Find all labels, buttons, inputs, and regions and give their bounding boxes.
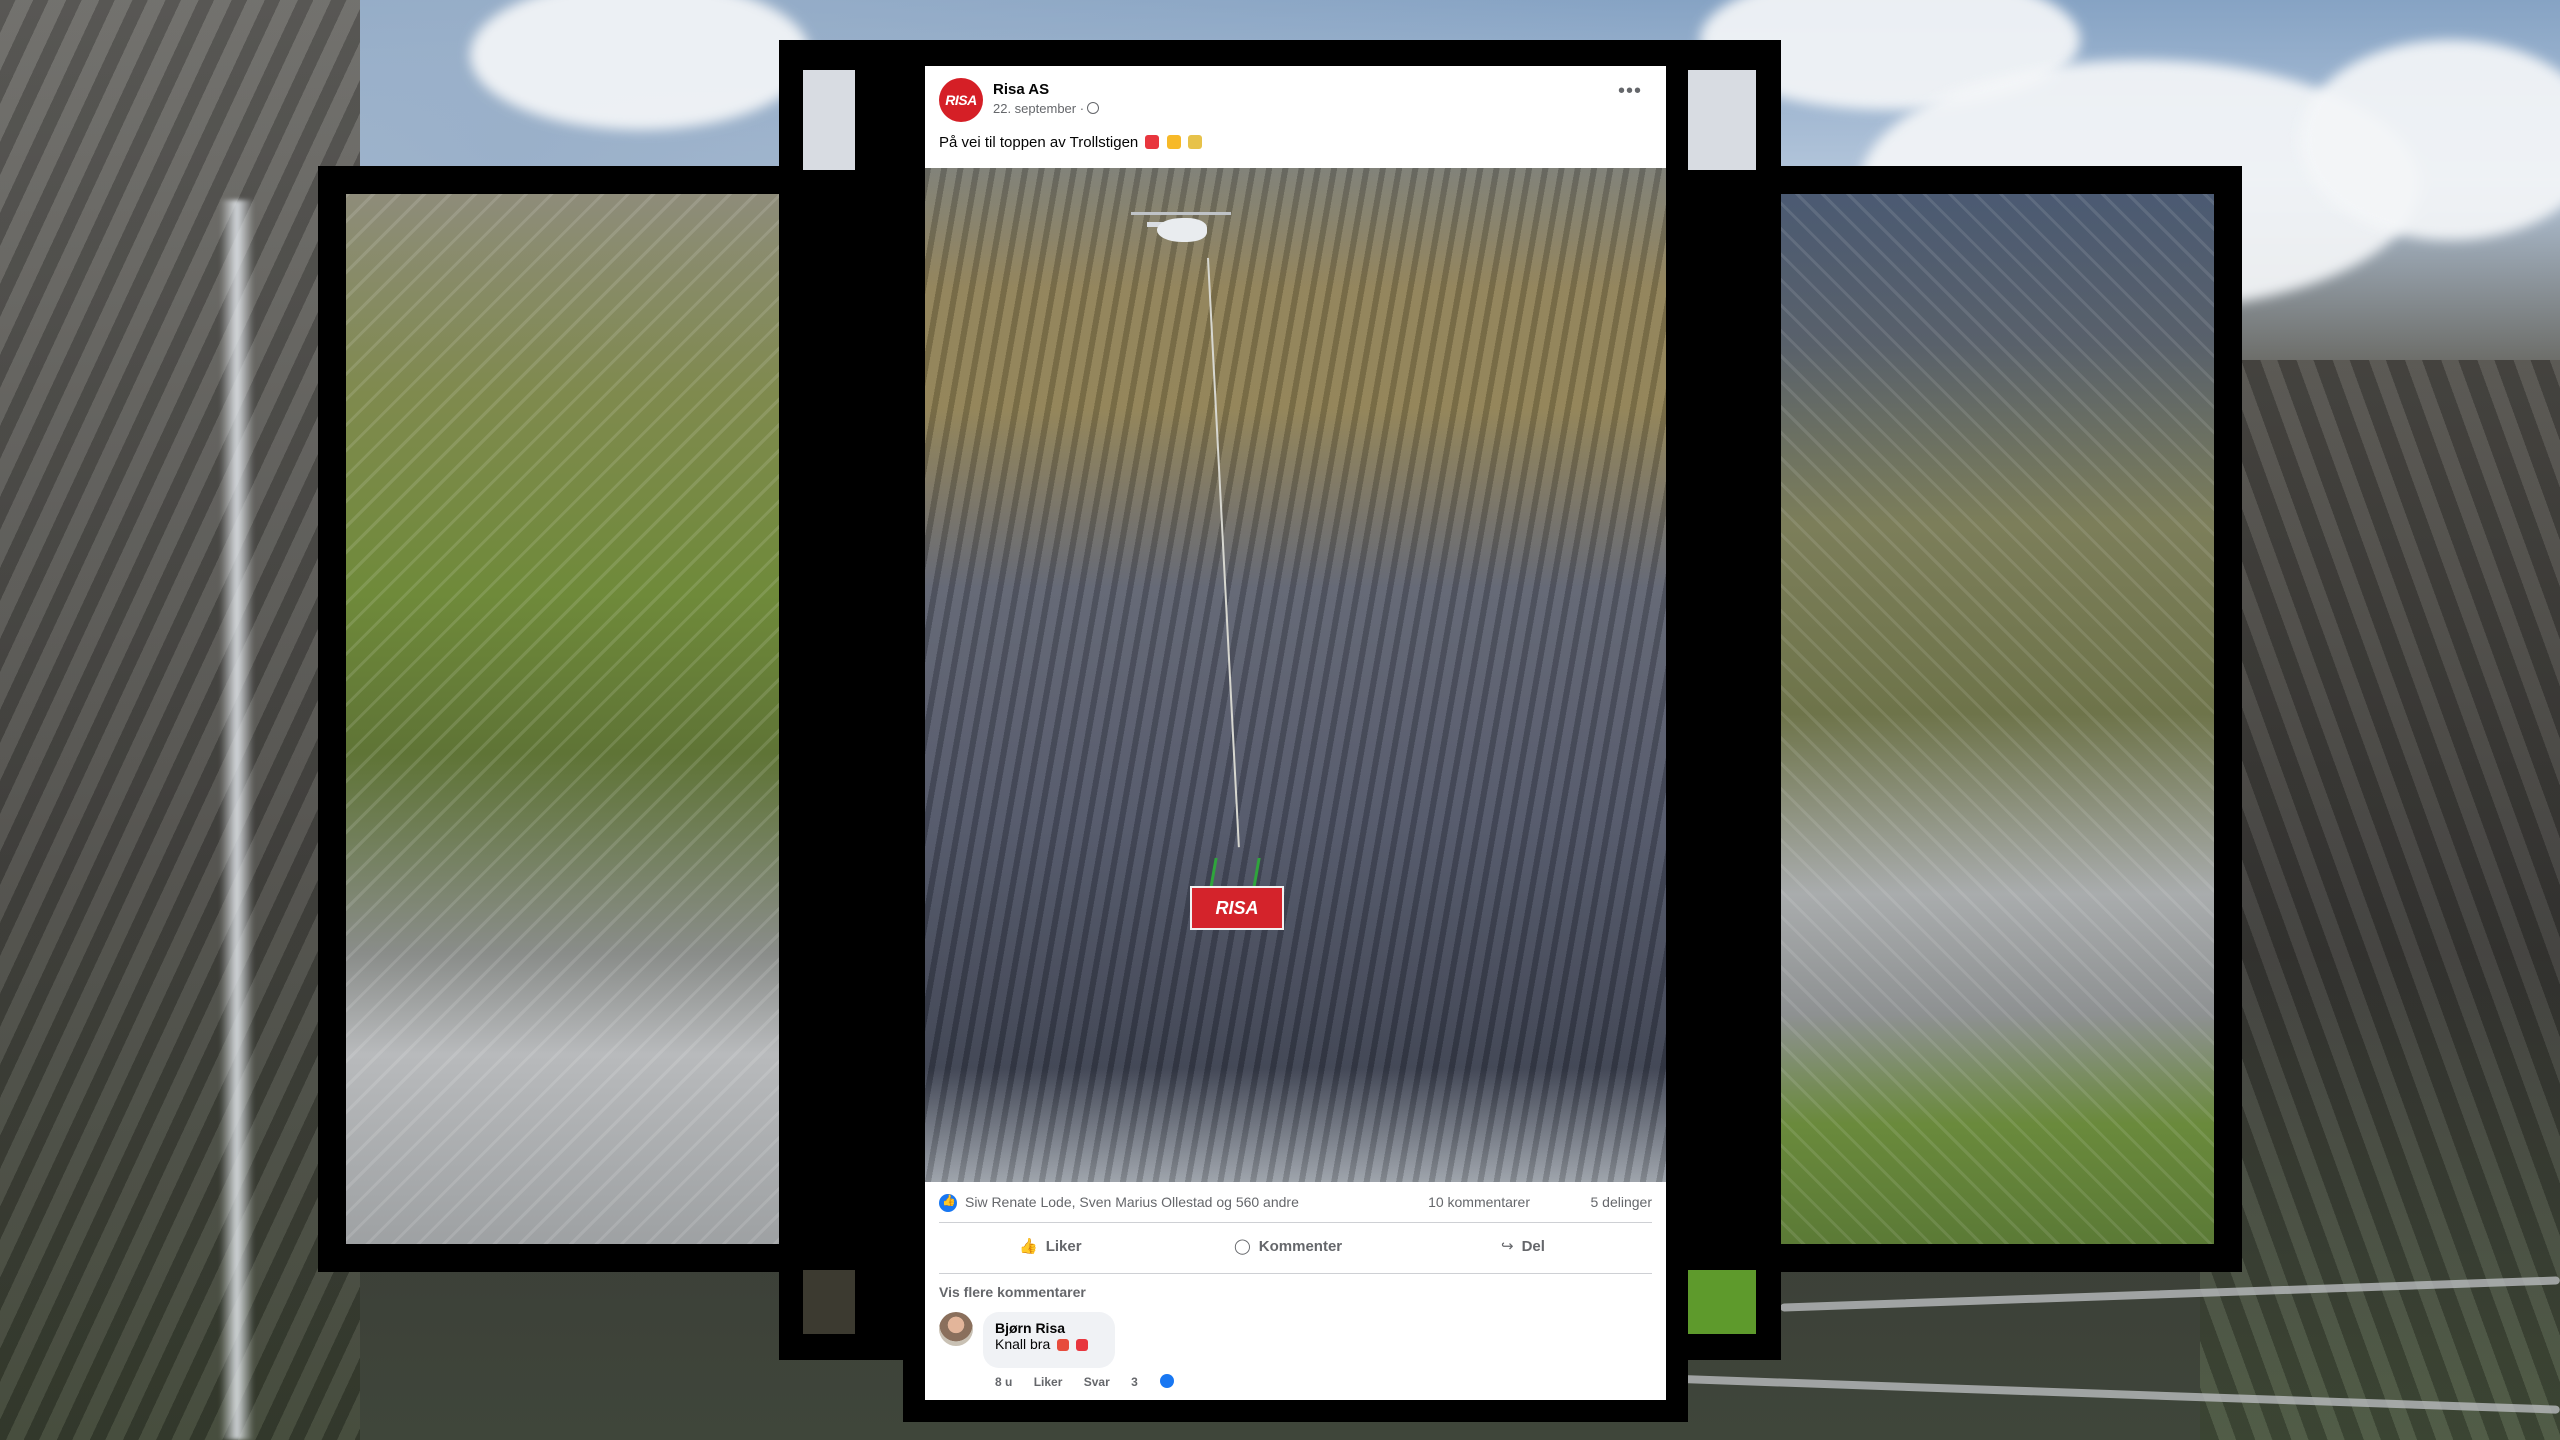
cargo-container: RISA <box>1190 886 1284 930</box>
comment-text-row: Knall bra <box>995 1336 1103 1352</box>
post-header: RISA Risa AS 22. september · ••• <box>939 78 1652 128</box>
like-button[interactable]: 👍 Liker <box>1019 1223 1082 1271</box>
post-date-text[interactable]: 22. september · <box>993 101 1084 116</box>
hundred-emoji-icon <box>1076 1339 1089 1351</box>
comment-icon: ◯ <box>1234 1238 1251 1255</box>
page-name[interactable]: Risa AS <box>993 81 1049 98</box>
comment-label: Kommenter <box>1258 1238 1343 1255</box>
lift-rope <box>1207 257 1240 848</box>
post-actions: 👍 Liker ◯ Kommenter ↪ Del <box>939 1222 1652 1274</box>
cargo-net <box>1209 858 1261 888</box>
waterfall <box>220 200 254 1440</box>
post-photo-helicopter-lift[interactable]: RISA <box>925 168 1666 1182</box>
more-options-icon[interactable]: ••• <box>1618 80 1642 103</box>
commenter-avatar[interactable] <box>939 1312 973 1346</box>
helicopter <box>1157 218 1207 242</box>
comment-author[interactable]: Bjørn Risa <box>995 1320 1103 1336</box>
comment-text: Knall bra <box>995 1336 1051 1352</box>
page-avatar[interactable]: RISA <box>939 78 983 122</box>
post-caption: På vei til toppen av Trollstigen <box>939 134 1202 151</box>
helicopter-emoji-icon <box>1187 135 1202 149</box>
view-more-comments-link[interactable]: Vis flere kommentarer <box>939 1284 1086 1300</box>
hundred-emoji-icon <box>1145 135 1160 149</box>
photo-back-edge <box>803 70 855 170</box>
share-label: Del <box>1521 1238 1545 1255</box>
fire-emoji-icon <box>1057 1339 1070 1351</box>
like-label: Liker <box>1045 1238 1082 1255</box>
comment-meta: 8 u Liker Svar 3 <box>995 1374 1192 1389</box>
shares-count[interactable]: 5 delinger <box>1591 1194 1653 1210</box>
share-button[interactable]: ↪ Del <box>1501 1223 1545 1271</box>
muscle-emoji-icon <box>1166 135 1181 149</box>
thumbs-up-icon: 👍 <box>1019 1238 1038 1255</box>
photo-back-edge <box>803 1270 855 1334</box>
comment-reaction-count: 3 <box>1131 1374 1192 1389</box>
helicopter-rotor <box>1131 212 1231 215</box>
share-icon: ↪ <box>1501 1238 1514 1255</box>
comment-button[interactable]: ◯ Kommenter <box>1234 1223 1342 1271</box>
like-reaction-icon <box>939 1194 957 1212</box>
comment-bubble: Bjørn Risa Knall bra <box>983 1312 1115 1368</box>
post-date[interactable]: 22. september · <box>993 101 1100 116</box>
comment-reply-button[interactable]: Svar <box>1084 1375 1110 1389</box>
comment-reaction-number: 3 <box>1131 1375 1138 1389</box>
post-caption-text: På vei til toppen av Trollstigen <box>939 134 1139 151</box>
like-reaction-icon <box>1159 1374 1174 1388</box>
facebook-post-card: RISA Risa AS 22. september · ••• På vei … <box>903 66 1688 1422</box>
comment-like-button[interactable]: Liker <box>1034 1375 1063 1389</box>
globe-icon <box>1087 102 1100 114</box>
comment-time[interactable]: 8 u <box>995 1375 1012 1389</box>
reactions-summary[interactable]: Siw Renate Lode, Sven Marius Ollestad og… <box>965 1194 1299 1210</box>
comments-count[interactable]: 10 kommentarer <box>1428 1194 1530 1210</box>
rock-wall-left <box>0 0 360 1440</box>
post-stats: Siw Renate Lode, Sven Marius Ollestad og… <box>939 1190 1652 1218</box>
